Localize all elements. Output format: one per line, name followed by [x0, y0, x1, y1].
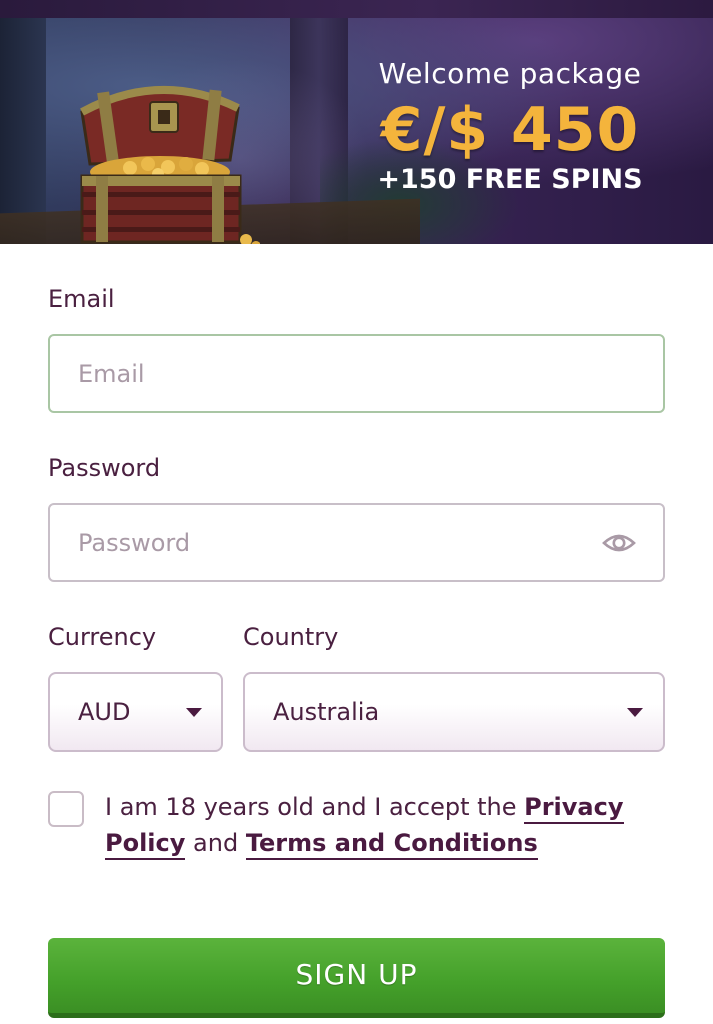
- currency-label: Currency: [48, 623, 157, 651]
- promo-text: Welcome package €/$ 450 +150 FREE SPINS: [340, 54, 680, 198]
- eye-icon[interactable]: [601, 527, 637, 559]
- currency-value: AUD: [78, 698, 131, 726]
- password-input[interactable]: [50, 505, 663, 580]
- password-field[interactable]: [48, 503, 665, 582]
- country-value: Australia: [273, 698, 380, 726]
- consent-text-middle: and: [185, 829, 246, 857]
- banner-background-tree: [0, 18, 46, 244]
- age-terms-checkbox[interactable]: [48, 791, 84, 827]
- chevron-down-icon: [186, 708, 202, 717]
- country-label: Country: [243, 623, 339, 651]
- password-label: Password: [48, 454, 161, 482]
- promo-banner[interactable]: Welcome package €/$ 450 +150 FREE SPINS: [0, 18, 713, 244]
- sign-up-button[interactable]: SIGN UP: [48, 938, 665, 1018]
- email-label: Email: [48, 285, 115, 313]
- promo-welcome-text: Welcome package: [378, 57, 642, 90]
- promo-free-spins: +150 FREE SPINS: [377, 164, 643, 195]
- promo-bonus-amount: €/$ 450: [380, 95, 640, 165]
- chevron-down-icon: [627, 708, 643, 717]
- email-field[interactable]: [48, 334, 665, 413]
- email-input[interactable]: [50, 336, 663, 411]
- currency-select[interactable]: AUD: [48, 672, 223, 752]
- top-bar: [0, 0, 713, 18]
- consent-text-start: I am 18 years old and I accept the: [105, 793, 525, 821]
- country-select[interactable]: Australia: [243, 672, 665, 752]
- terms-conditions-link[interactable]: Terms and Conditions: [245, 829, 538, 860]
- consent-text: I am 18 years old and I accept the Priva…: [105, 789, 665, 861]
- treasure-chest-icon: [80, 85, 260, 244]
